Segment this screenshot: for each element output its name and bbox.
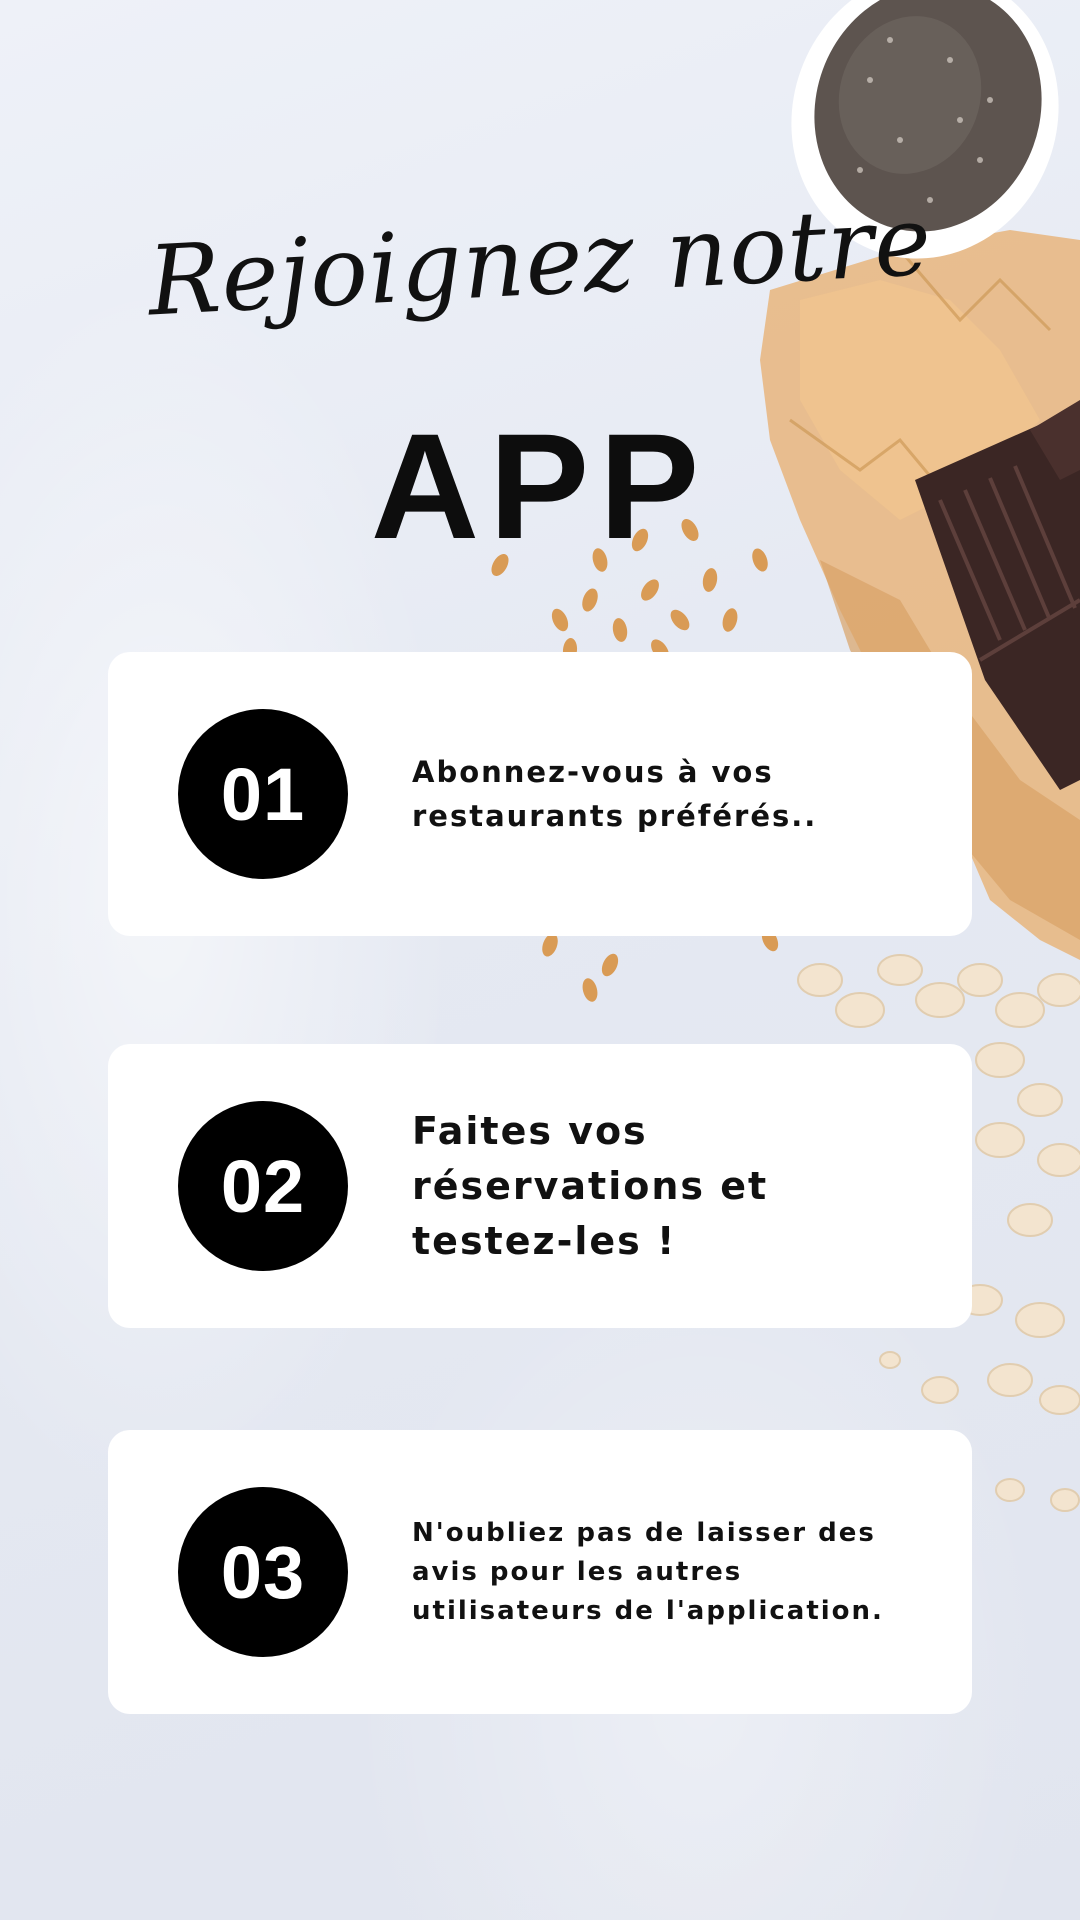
- step-number-badge: 02: [178, 1101, 348, 1271]
- step-number-badge: 03: [178, 1487, 348, 1657]
- step-description: Faites vos réservations et testez-les !: [412, 1108, 769, 1263]
- step-description: Abonnez-vous à vos restaurants préférés.…: [412, 755, 818, 833]
- step-description: N'oubliez pas de laisser des avis pour l…: [412, 1517, 884, 1626]
- step-card-3: 03 N'oubliez pas de laisser des avis pou…: [108, 1430, 972, 1714]
- step-card-2: 02 Faites vos réservations et testez-les…: [108, 1044, 972, 1328]
- step-card-1: 01 Abonnez-vous à vos restaurants préfér…: [108, 652, 972, 936]
- page-title: APP: [370, 402, 710, 570]
- step-number-badge: 01: [178, 709, 348, 879]
